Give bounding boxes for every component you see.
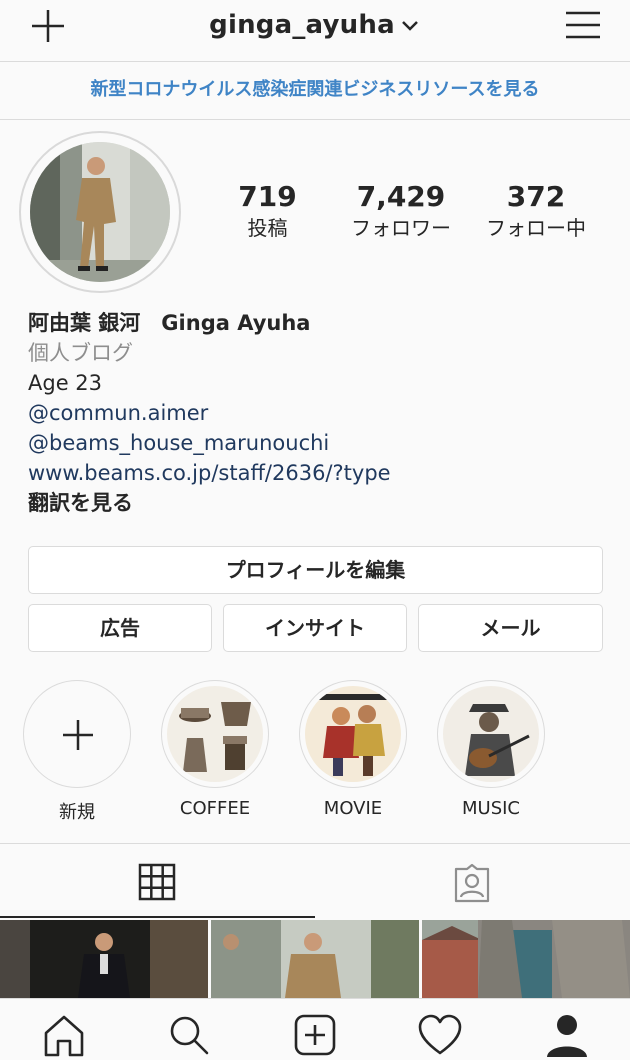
followers-count-value: 7,429 xyxy=(356,180,446,213)
bio-line: Age 23 xyxy=(28,371,103,395)
new-post-icon[interactable] xyxy=(293,1013,337,1057)
highlight-coffee-ring xyxy=(161,680,269,788)
highlight-label: 新規 xyxy=(59,802,95,823)
post-thumbnail[interactable] xyxy=(0,920,208,998)
music-illustration xyxy=(443,686,539,782)
display-name: 阿由葉 銀河 Ginga Ayuha xyxy=(28,311,311,335)
followers-count-label: フォロワー xyxy=(351,216,451,240)
edit-profile-button[interactable]: プロフィールを編集 xyxy=(28,546,603,594)
category-label: 個人ブログ xyxy=(28,341,133,365)
highlight-movie[interactable]: MOVIE xyxy=(299,680,407,819)
posts-count[interactable]: 719 投稿 xyxy=(230,180,305,242)
profile-icon[interactable] xyxy=(545,1013,589,1057)
mention-link-commun[interactable]: @commun.aimer xyxy=(28,398,608,428)
grid-icon[interactable] xyxy=(138,863,176,901)
email-button[interactable]: メール xyxy=(418,604,603,652)
profile-tabs xyxy=(0,843,630,918)
highlight-label: MOVIE xyxy=(323,798,383,819)
website-link[interactable]: www.beams.co.jp/staff/2636/?type xyxy=(28,458,608,488)
highlight-music[interactable]: MUSIC xyxy=(437,680,545,819)
tagged-photos-icon[interactable] xyxy=(452,863,492,903)
highlight-music-ring xyxy=(437,680,545,788)
highlight-label: MUSIC xyxy=(461,798,520,819)
see-translation-link[interactable]: 翻訳を見る xyxy=(28,488,608,518)
highlight-label: COFFEE xyxy=(179,798,251,819)
top-bar: ginga_ayuha xyxy=(0,0,630,62)
avatar[interactable] xyxy=(19,131,181,293)
following-count-label: フォロー中 xyxy=(486,216,586,240)
posts-count-value: 719 xyxy=(238,180,297,213)
coffee-illustration xyxy=(167,686,263,782)
following-count-value: 372 xyxy=(506,180,566,213)
highlight-new-ring xyxy=(23,680,131,788)
post-thumbnail[interactable] xyxy=(422,920,630,998)
profile-bio: 阿由葉 銀河 Ginga Ayuha 個人ブログ Age 23 @commun.… xyxy=(28,308,608,518)
following-count[interactable]: 372 フォロー中 xyxy=(476,180,596,242)
home-icon[interactable] xyxy=(42,1013,86,1057)
ads-button[interactable]: 広告 xyxy=(28,604,212,652)
username-label: ginga_ayuha xyxy=(209,10,395,40)
account-switcher[interactable]: ginga_ayuha xyxy=(0,10,630,40)
highlight-new[interactable]: 新規 xyxy=(23,680,131,824)
post-grid xyxy=(0,918,630,998)
movie-illustration xyxy=(305,686,401,782)
insights-button[interactable]: インサイト xyxy=(223,604,407,652)
plus-icon xyxy=(63,720,93,750)
heart-icon[interactable] xyxy=(418,1013,462,1057)
search-icon[interactable] xyxy=(167,1013,211,1057)
post-thumbnail[interactable] xyxy=(211,920,419,998)
covid-resources-banner[interactable]: 新型コロナウイルス感染症関連ビジネスリソースを見る xyxy=(0,62,630,120)
bottom-navigation xyxy=(0,998,630,1060)
mention-link-beams[interactable]: @beams_house_marunouchi xyxy=(28,428,608,458)
followers-count[interactable]: 7,429 フォロワー xyxy=(340,180,462,242)
highlight-movie-ring xyxy=(299,680,407,788)
posts-count-label: 投稿 xyxy=(247,216,288,240)
highlight-coffee[interactable]: COFFEE xyxy=(161,680,269,819)
hamburger-menu-icon[interactable] xyxy=(564,8,602,42)
profile-photo xyxy=(30,142,170,282)
chevron-down-icon xyxy=(401,20,418,31)
